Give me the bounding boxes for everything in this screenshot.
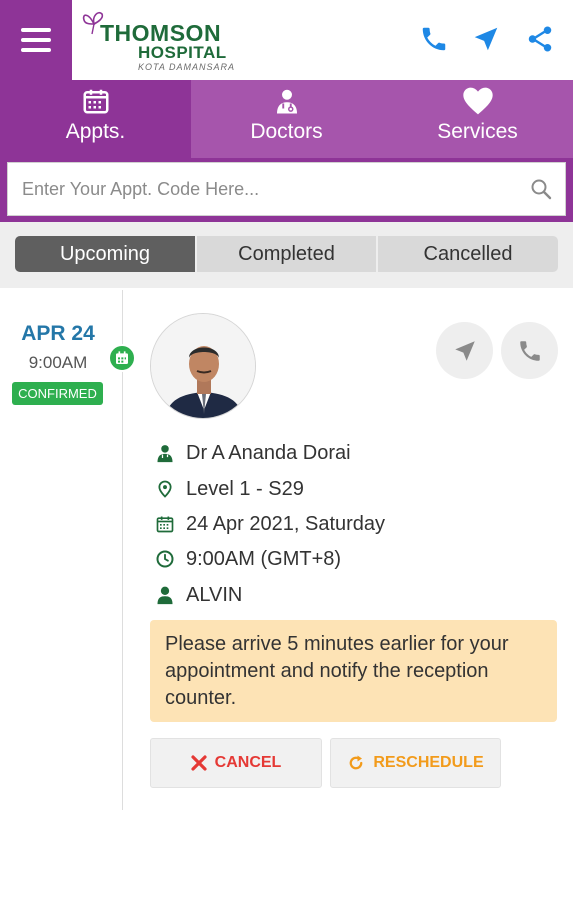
search-bar <box>0 158 573 222</box>
phone-icon <box>519 340 540 361</box>
call-button[interactable] <box>418 22 450 56</box>
reschedule-button[interactable]: RESCHEDULE <box>330 738 501 788</box>
date-row: 24 Apr 2021, Saturday <box>154 510 385 538</box>
doctor-name: Dr A Ananda Dorai <box>186 441 351 464</box>
doctor-row: Dr A Ananda Dorai <box>154 439 351 467</box>
logo-line3: KOTA DAMANSARA <box>138 62 236 72</box>
doctor-avatar <box>150 313 256 419</box>
doctor-icon <box>157 445 173 463</box>
phone-icon <box>422 27 446 51</box>
close-icon <box>191 755 207 771</box>
search-box <box>7 162 566 216</box>
segment-completed[interactable]: Completed <box>197 236 376 272</box>
time-row: 9:00AM (GMT+8) <box>154 545 341 573</box>
patient-name: ALVIN <box>186 583 243 606</box>
time-text: 9:00AM (GMT+8) <box>186 547 342 570</box>
tab-appts-label: Appts. <box>65 120 126 143</box>
doctor-icon <box>276 89 297 114</box>
tab-doctors[interactable]: Doctors <box>191 80 382 158</box>
timeline-calendar-icon <box>108 344 136 372</box>
segment-cancelled[interactable]: Cancelled <box>378 236 558 272</box>
card-call-button[interactable] <box>501 322 558 379</box>
status-badge: CONFIRMED <box>12 382 103 405</box>
navigate-arrow-icon <box>454 340 475 361</box>
tab-appts[interactable]: Appts. <box>0 80 191 158</box>
heart-icon <box>462 87 493 115</box>
hospital-logo: THOMSON HOSPITAL KOTA DAMANSARA <box>80 10 250 74</box>
hamburger-menu-icon <box>21 28 51 52</box>
calendar-icon <box>83 89 108 114</box>
cancel-label: CANCEL <box>214 754 282 771</box>
calendar-icon <box>156 516 174 533</box>
reschedule-label: RESCHEDULE <box>373 754 484 771</box>
cancel-button[interactable]: CANCEL <box>150 738 322 788</box>
search-icon[interactable] <box>529 177 553 201</box>
menu-button[interactable] <box>0 0 72 80</box>
tab-services[interactable]: Services <box>382 80 573 158</box>
tab-doctors-label: Doctors <box>250 120 323 143</box>
tab-services-label: Services <box>437 120 518 143</box>
share-button[interactable] <box>524 22 556 56</box>
app-header: THOMSON HOSPITAL KOTA DAMANSARA <box>0 0 573 80</box>
patient-row: ALVIN <box>154 581 242 609</box>
date-text: 24 Apr 2021, Saturday <box>186 512 386 535</box>
main-nav: Appts. Doctors Services <box>0 80 573 158</box>
appointment-filter: Upcoming Completed Cancelled <box>0 222 573 288</box>
location-pin-icon <box>158 480 172 498</box>
user-icon <box>157 586 173 605</box>
appt-time-short: 9:00AM <box>28 353 88 372</box>
logo-line2: HOSPITAL <box>138 43 227 62</box>
app-screen: THOMSON HOSPITAL KOTA DAMANSARA Appts. D… <box>0 0 573 900</box>
arrival-notice: Please arrive 5 minutes earlier for your… <box>150 620 557 722</box>
directions-button[interactable] <box>470 22 502 56</box>
share-icon <box>528 26 552 52</box>
refresh-icon <box>350 755 363 770</box>
card-directions-button[interactable] <box>436 322 493 379</box>
location-text: Level 1 - S29 <box>186 477 304 500</box>
appt-date-short: APR 24 <box>21 322 95 345</box>
segment-upcoming[interactable]: Upcoming <box>15 236 195 272</box>
clock-icon <box>156 550 174 568</box>
appt-code-input[interactable] <box>8 163 518 215</box>
navigate-arrow-icon <box>474 27 498 51</box>
location-row: Level 1 - S29 <box>154 475 304 503</box>
